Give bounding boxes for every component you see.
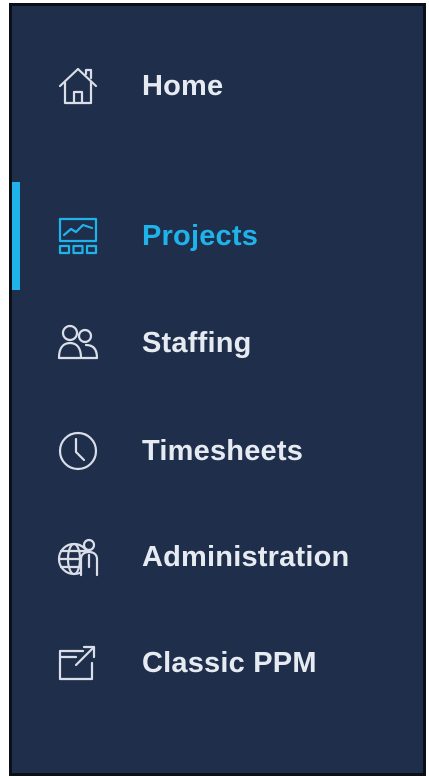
sidebar-item-staffing[interactable]: Staffing — [12, 308, 423, 378]
clock-icon — [55, 428, 101, 474]
sidebar-item-label: Timesheets — [142, 434, 304, 467]
sidebar-item-label: Home — [142, 69, 224, 102]
sidebar-item-timesheets[interactable]: Timesheets — [12, 416, 423, 486]
sidebar-item-home[interactable]: Home — [12, 51, 423, 121]
sidebar-item-label: Staffing — [142, 326, 252, 359]
sidebar-nav: Home Projects Staffing Timesheets Admini… — [9, 3, 426, 776]
sidebar-item-classic-ppm[interactable]: Classic PPM — [12, 628, 423, 698]
staffing-people-icon — [55, 320, 101, 366]
globe-admin-icon — [55, 534, 101, 580]
sidebar-item-label: Classic PPM — [142, 646, 317, 679]
sidebar-item-administration[interactable]: Administration — [12, 522, 423, 592]
home-icon — [55, 63, 101, 109]
projects-chart-icon — [55, 213, 101, 259]
external-link-icon — [55, 640, 101, 686]
sidebar-item-projects[interactable]: Projects — [12, 201, 423, 271]
sidebar-item-label: Projects — [142, 219, 259, 252]
sidebar-item-label: Administration — [142, 540, 350, 573]
